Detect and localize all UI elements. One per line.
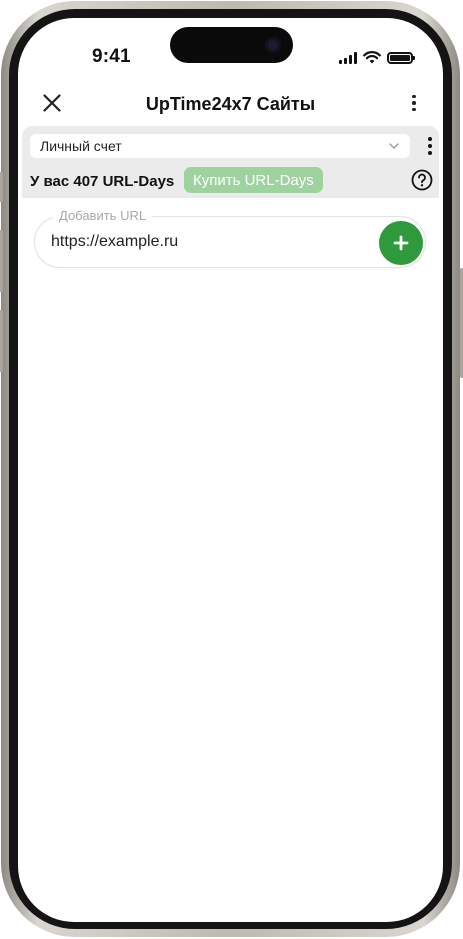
- help-circle-icon: [411, 169, 433, 191]
- account-panel: Личный счет У вас 407 URL-Days Купить UR…: [22, 126, 439, 198]
- more-vertical-icon: [412, 94, 416, 99]
- account-menu-button[interactable]: [423, 133, 437, 159]
- volume-up-button: [0, 230, 3, 292]
- page-title: UpTime24x7 Сайты: [145, 94, 316, 114]
- chevron-down-icon: [389, 143, 399, 149]
- battery-icon: [387, 51, 415, 64]
- camera-icon: [265, 37, 281, 53]
- balance-text: У вас 407 URL-Days: [30, 173, 175, 190]
- account-select-value: Личный счет: [40, 138, 122, 154]
- buy-url-days-button[interactable]: Купить URL-Days: [184, 167, 323, 193]
- account-select[interactable]: Личный счет: [30, 134, 410, 158]
- help-button[interactable]: [411, 169, 433, 191]
- dynamic-island: [170, 27, 293, 63]
- status-icons: [339, 51, 415, 64]
- plus-icon: [393, 235, 409, 251]
- add-url-button[interactable]: [379, 221, 423, 265]
- app-header: UpTime24x7 Сайты: [18, 80, 443, 126]
- more-vertical-icon: [428, 137, 432, 141]
- wifi-icon: [363, 51, 381, 64]
- screen: 9:41 UpTime24x7 Сайты Личный счет У вас …: [18, 18, 443, 922]
- url-input[interactable]: [51, 229, 351, 255]
- volume-down-button: [0, 310, 3, 372]
- status-time: 9:41: [92, 46, 131, 67]
- header-menu-button[interactable]: [403, 89, 425, 117]
- signal-icon: [339, 51, 357, 64]
- action-button: [0, 172, 3, 202]
- add-url-field: Добавить URL: [34, 208, 426, 268]
- add-url-label: Добавить URL: [53, 208, 153, 223]
